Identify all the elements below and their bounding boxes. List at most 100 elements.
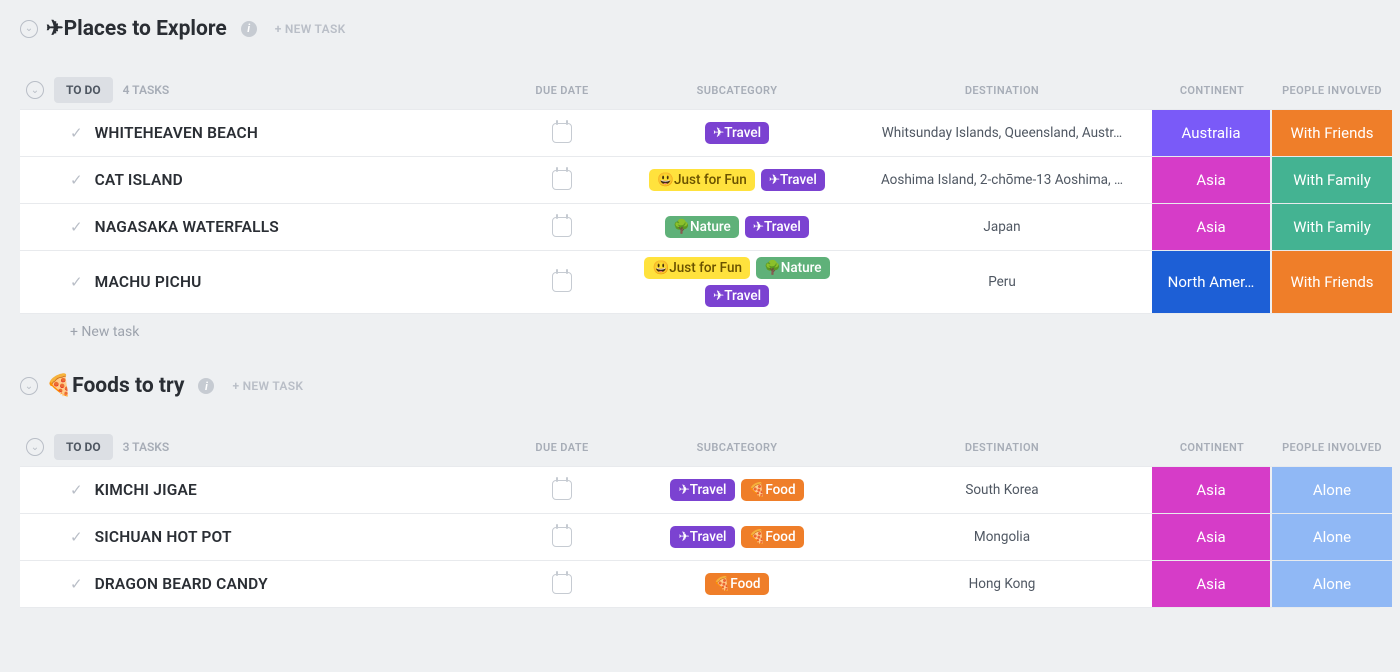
column-subcategory[interactable]: SUBCATEGORY [622,441,852,454]
people-cell[interactable]: Alone [1272,561,1392,607]
collapse-icon[interactable]: ⌄ [20,20,38,38]
calendar-icon[interactable] [552,527,572,547]
destination-cell[interactable]: South Korea [852,467,1152,513]
subcategory-cell[interactable]: 😃Just for Fun 🌳Nature ✈Travel [622,251,852,313]
task-name[interactable]: SICHUAN HOT POT [95,528,232,546]
due-date-cell[interactable] [502,467,622,513]
section-title[interactable]: 🍕Foods to try [46,374,184,398]
new-task-button[interactable]: + NEW TASK [232,379,303,393]
new-task-button[interactable]: + NEW TASK [275,22,346,36]
continent-cell[interactable]: Asia [1152,561,1272,607]
collapse-icon[interactable]: ⌄ [26,81,44,99]
task-row[interactable]: ✓ MACHU PICHU 😃Just for Fun 🌳Nature ✈Travel P… [20,251,1380,314]
destination-cell[interactable]: Japan [852,204,1152,250]
task-row[interactable]: ✓DRAGON BEARD CANDY🍕FoodHong KongAsiaAlo… [20,561,1380,608]
tag-nature[interactable]: 🌳Nature [665,216,739,238]
check-icon[interactable]: ✓ [70,575,83,593]
check-icon[interactable]: ✓ [70,273,83,291]
task-name[interactable]: DRAGON BEARD CANDY [95,575,268,593]
subcategory-cell[interactable]: 🌳Nature ✈Travel [622,204,852,250]
people-cell[interactable]: Alone [1272,467,1392,513]
task-row[interactable]: ✓ SICHUAN HOT POT ✈Travel 🍕Food MongoliaAsia… [20,514,1380,561]
tag-fun[interactable]: 😃Just for Fun [644,257,749,279]
people-cell[interactable]: With Friends [1272,110,1392,156]
calendar-icon[interactable] [552,170,572,190]
people-cell[interactable]: Alone [1272,514,1392,560]
due-date-cell[interactable] [502,514,622,560]
tag-travel[interactable]: ✈Travel [670,526,734,548]
task-name[interactable]: NAGASAKA WATERFALLS [95,218,279,236]
subcategory-cell[interactable]: ✈Travel 🍕Food [622,514,852,560]
tag-food[interactable]: 🍕Food [705,573,768,595]
task-row[interactable]: ✓ CAT ISLAND 😃Just for Fun ✈Travel Aoshima I… [20,157,1380,204]
continent-cell[interactable]: North Amer… [1152,251,1272,313]
due-date-cell[interactable] [502,204,622,250]
destination-cell[interactable]: Aoshima Island, 2-chōme-13 Aoshima, … [852,157,1152,203]
info-icon[interactable]: i [198,378,214,394]
check-icon[interactable]: ✓ [70,171,83,189]
collapse-icon[interactable]: ⌄ [26,438,44,456]
continent-cell[interactable]: Asia [1152,467,1272,513]
info-icon[interactable]: i [241,21,257,37]
due-date-cell[interactable] [502,157,622,203]
calendar-icon[interactable] [552,480,572,500]
due-date-cell[interactable] [502,561,622,607]
check-icon[interactable]: ✓ [70,528,83,546]
due-date-cell[interactable] [502,251,622,313]
tag-food[interactable]: 🍕Food [741,526,804,548]
check-icon[interactable]: ✓ [70,218,83,236]
new-task-row[interactable]: + New task [20,314,1380,348]
subcategory-cell[interactable]: ✈Travel [622,110,852,156]
destination-cell[interactable]: Mongolia [852,514,1152,560]
task-row[interactable]: ✓ NAGASAKA WATERFALLS 🌳Nature ✈Travel JapanA… [20,204,1380,251]
column-destination[interactable]: DESTINATION [852,441,1152,454]
subcategory-cell[interactable]: ✈Travel 🍕Food [622,467,852,513]
status-pill[interactable]: TO DO [54,434,113,460]
column-subcategory[interactable]: SUBCATEGORY [622,84,852,97]
tag-travel[interactable]: ✈Travel [705,122,769,144]
destination-cell[interactable]: Hong Kong [852,561,1152,607]
people-cell[interactable]: With Family [1272,157,1392,203]
subcategory-cell[interactable]: 😃Just for Fun ✈Travel [622,157,852,203]
task-row[interactable]: ✓ WHITEHEAVEN BEACH ✈Travel Whitsunday Isla… [20,109,1380,157]
calendar-icon[interactable] [552,574,572,594]
task-name[interactable]: MACHU PICHU [95,273,202,291]
continent-cell[interactable]: Asia [1152,204,1272,250]
continent-cell[interactable]: Asia [1152,514,1272,560]
tag-nature[interactable]: 🌳Nature [756,257,830,279]
check-icon[interactable]: ✓ [70,481,83,499]
continent-cell[interactable]: Australia [1152,110,1272,156]
calendar-icon[interactable] [552,123,572,143]
column-destination[interactable]: DESTINATION [852,84,1152,97]
check-icon[interactable]: ✓ [70,124,83,142]
destination-cell[interactable]: Whitsunday Islands, Queensland, Austr… [852,110,1152,156]
tag-travel[interactable]: ✈Travel [761,169,825,191]
tag-food[interactable]: 🍕Food [741,479,804,501]
task-name[interactable]: CAT ISLAND [95,171,183,189]
column-due-date[interactable]: DUE DATE [502,84,622,97]
status-pill[interactable]: TO DO [54,77,113,103]
tag-travel[interactable]: ✈Travel [705,285,769,307]
column-people-involved[interactable]: PEOPLE INVOLVED [1272,84,1392,97]
section-title[interactable]: ✈Places to Explore [46,16,227,41]
tag-travel[interactable]: ✈Travel [745,216,809,238]
calendar-icon[interactable] [552,272,572,292]
destination-cell[interactable]: Peru [852,251,1152,313]
subcategory-cell[interactable]: 🍕Food [622,561,852,607]
tag-travel[interactable]: ✈Travel [670,479,734,501]
column-due-date[interactable]: DUE DATE [502,441,622,454]
column-continent[interactable]: CONTINENT [1152,441,1272,454]
task-count: 3 TASKS [123,440,170,454]
people-cell[interactable]: With Family [1272,204,1392,250]
column-people-involved[interactable]: PEOPLE INVOLVED [1272,441,1392,454]
calendar-icon[interactable] [552,217,572,237]
task-name[interactable]: KIMCHI JIGAE [95,481,197,499]
continent-cell[interactable]: Asia [1152,157,1272,203]
collapse-icon[interactable]: ⌄ [20,377,38,395]
due-date-cell[interactable] [502,110,622,156]
people-cell[interactable]: With Friends [1272,251,1392,313]
task-row[interactable]: ✓ KIMCHI JIGAE ✈Travel 🍕Food South KoreaAsia… [20,466,1380,514]
tag-fun[interactable]: 😃Just for Fun [649,169,754,191]
task-name[interactable]: WHITEHEAVEN BEACH [95,124,258,142]
column-continent[interactable]: CONTINENT [1152,84,1272,97]
